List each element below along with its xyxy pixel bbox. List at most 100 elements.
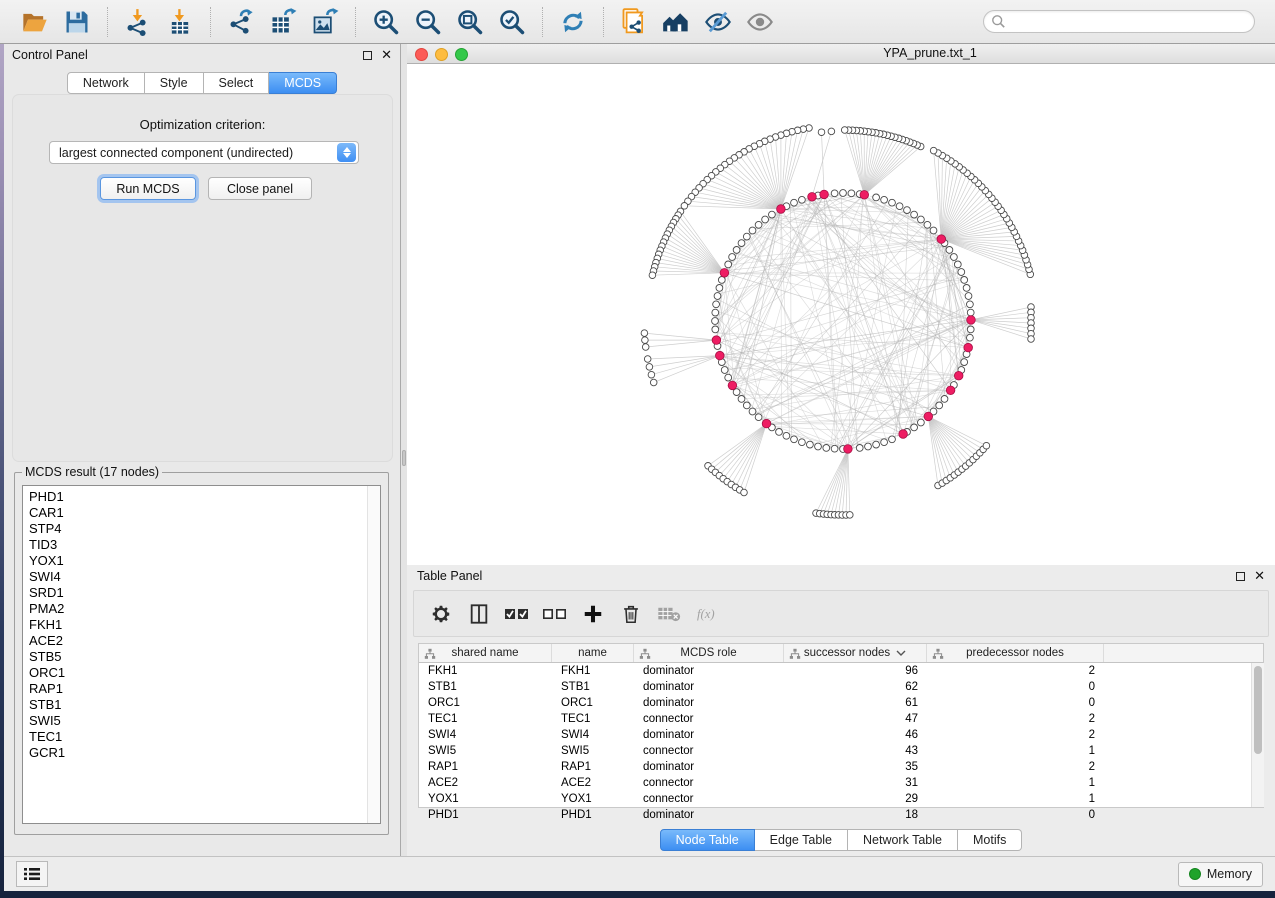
table-cell[interactable]: ACE2 xyxy=(552,775,634,791)
mcds-hub-node[interactable] xyxy=(712,336,721,345)
window-minimize-traffic-light[interactable] xyxy=(435,48,448,61)
network-node[interactable] xyxy=(881,439,888,446)
network-node[interactable] xyxy=(896,203,903,210)
network-node[interactable] xyxy=(721,367,728,374)
mcds-result-item[interactable]: SWI4 xyxy=(29,569,380,585)
network-node[interactable] xyxy=(841,127,848,134)
network-node[interactable] xyxy=(983,442,990,449)
network-node[interactable] xyxy=(961,359,968,366)
mcds-hub-node[interactable] xyxy=(844,445,853,454)
network-node[interactable] xyxy=(889,199,896,206)
hide-eye-icon[interactable] xyxy=(701,5,735,39)
tab-network-table[interactable]: Network Table xyxy=(848,829,958,851)
network-node[interactable] xyxy=(725,374,732,381)
close-panel-icon[interactable]: ✕ xyxy=(381,50,392,60)
network-node[interactable] xyxy=(799,196,806,203)
network-node[interactable] xyxy=(889,436,896,443)
table-row[interactable]: PHD1PHD1dominator180 xyxy=(419,807,1263,823)
memory-button[interactable]: Memory xyxy=(1178,862,1263,887)
column-header-shared-name[interactable]: shared name xyxy=(419,644,552,662)
import-table-icon[interactable] xyxy=(163,5,197,39)
network-node[interactable] xyxy=(650,379,657,386)
window-close-traffic-light[interactable] xyxy=(415,48,428,61)
network-node[interactable] xyxy=(718,277,725,284)
mcds-hub-node[interactable] xyxy=(860,191,869,200)
network-node[interactable] xyxy=(831,190,838,197)
mcds-hub-node[interactable] xyxy=(964,343,973,352)
network-node[interactable] xyxy=(911,211,918,218)
network-node[interactable] xyxy=(725,261,732,268)
network-node[interactable] xyxy=(848,190,855,197)
network-node[interactable] xyxy=(712,309,719,316)
network-node[interactable] xyxy=(847,512,854,519)
network-node[interactable] xyxy=(911,424,918,431)
mcds-result-item[interactable]: GCR1 xyxy=(29,745,380,761)
table-cell[interactable]: FKH1 xyxy=(552,663,634,679)
float-table-panel-icon[interactable] xyxy=(1236,572,1245,581)
network-node[interactable] xyxy=(967,326,974,333)
network-node[interactable] xyxy=(738,240,745,247)
table-cell[interactable]: YOX1 xyxy=(552,791,634,807)
columns-icon[interactable] xyxy=(462,599,496,629)
network-node[interactable] xyxy=(712,326,719,333)
network-node[interactable] xyxy=(840,190,847,197)
network-node[interactable] xyxy=(865,443,872,450)
table-cell[interactable]: 35 xyxy=(784,759,927,775)
save-icon[interactable] xyxy=(60,5,94,39)
mcds-result-item[interactable]: STB1 xyxy=(29,697,380,713)
table-cell[interactable]: STB1 xyxy=(552,679,634,695)
network-node[interactable] xyxy=(815,443,822,450)
table-cell[interactable]: PHD1 xyxy=(419,807,552,823)
add-row-icon[interactable] xyxy=(576,599,610,629)
table-cell[interactable]: 47 xyxy=(784,711,927,727)
table-row[interactable]: RAP1RAP1dominator352 xyxy=(419,759,1263,775)
window-zoom-traffic-light[interactable] xyxy=(455,48,468,61)
table-scrollbar-thumb[interactable] xyxy=(1254,666,1262,754)
network-node[interactable] xyxy=(729,254,736,261)
table-cell[interactable]: 2 xyxy=(927,759,1104,775)
tab-select[interactable]: Select xyxy=(204,72,270,94)
network-node[interactable] xyxy=(749,408,756,415)
mcds-hub-node[interactable] xyxy=(954,371,963,380)
table-cell[interactable]: TEC1 xyxy=(552,711,634,727)
table-cell[interactable]: 96 xyxy=(784,663,927,679)
delete-row-icon[interactable] xyxy=(614,599,648,629)
table-cell[interactable]: dominator xyxy=(634,727,784,743)
zoom-out-icon[interactable] xyxy=(411,5,445,39)
network-node[interactable] xyxy=(733,247,740,254)
table-cell[interactable]: 1 xyxy=(927,791,1104,807)
optimization-criterion-select[interactable]: largest connected component (undirected) xyxy=(49,141,359,164)
mcds-hub-node[interactable] xyxy=(946,386,955,395)
import-network-icon[interactable] xyxy=(121,5,155,39)
table-cell[interactable]: 1 xyxy=(927,775,1104,791)
table-cell[interactable]: SWI4 xyxy=(419,727,552,743)
table-cell[interactable]: SWI4 xyxy=(552,727,634,743)
network-node[interactable] xyxy=(644,356,651,363)
mcds-hub-node[interactable] xyxy=(924,412,933,421)
mcds-result-item[interactable]: FKH1 xyxy=(29,617,380,633)
network-node[interactable] xyxy=(648,371,655,378)
table-row[interactable]: ACE2ACE2connector311 xyxy=(419,775,1263,791)
network-node[interactable] xyxy=(828,128,835,135)
table-row[interactable]: STB1STB1dominator620 xyxy=(419,679,1263,695)
network-node[interactable] xyxy=(783,432,790,439)
select-all-icon[interactable] xyxy=(500,599,534,629)
network-node[interactable] xyxy=(924,221,931,228)
homes-icon[interactable] xyxy=(659,5,693,39)
network-node[interactable] xyxy=(954,261,961,268)
table-cell[interactable]: dominator xyxy=(634,807,784,823)
network-node[interactable] xyxy=(741,489,748,496)
table-cell[interactable]: 43 xyxy=(784,743,927,759)
mcds-hub-node[interactable] xyxy=(777,205,786,214)
table-cell[interactable]: 2 xyxy=(927,711,1104,727)
table-cell[interactable]: SWI5 xyxy=(552,743,634,759)
table-row[interactable]: YOX1YOX1connector291 xyxy=(419,791,1263,807)
network-node[interactable] xyxy=(749,227,756,234)
mcds-hub-node[interactable] xyxy=(720,269,729,278)
table-cell[interactable]: connector xyxy=(634,743,784,759)
table-cell[interactable]: 0 xyxy=(927,807,1104,823)
table-cell[interactable]: YOX1 xyxy=(419,791,552,807)
close-panel-button[interactable]: Close panel xyxy=(208,177,312,200)
table-row[interactable]: SWI4SWI4dominator462 xyxy=(419,727,1263,743)
mcds-result-item[interactable]: TEC1 xyxy=(29,729,380,745)
